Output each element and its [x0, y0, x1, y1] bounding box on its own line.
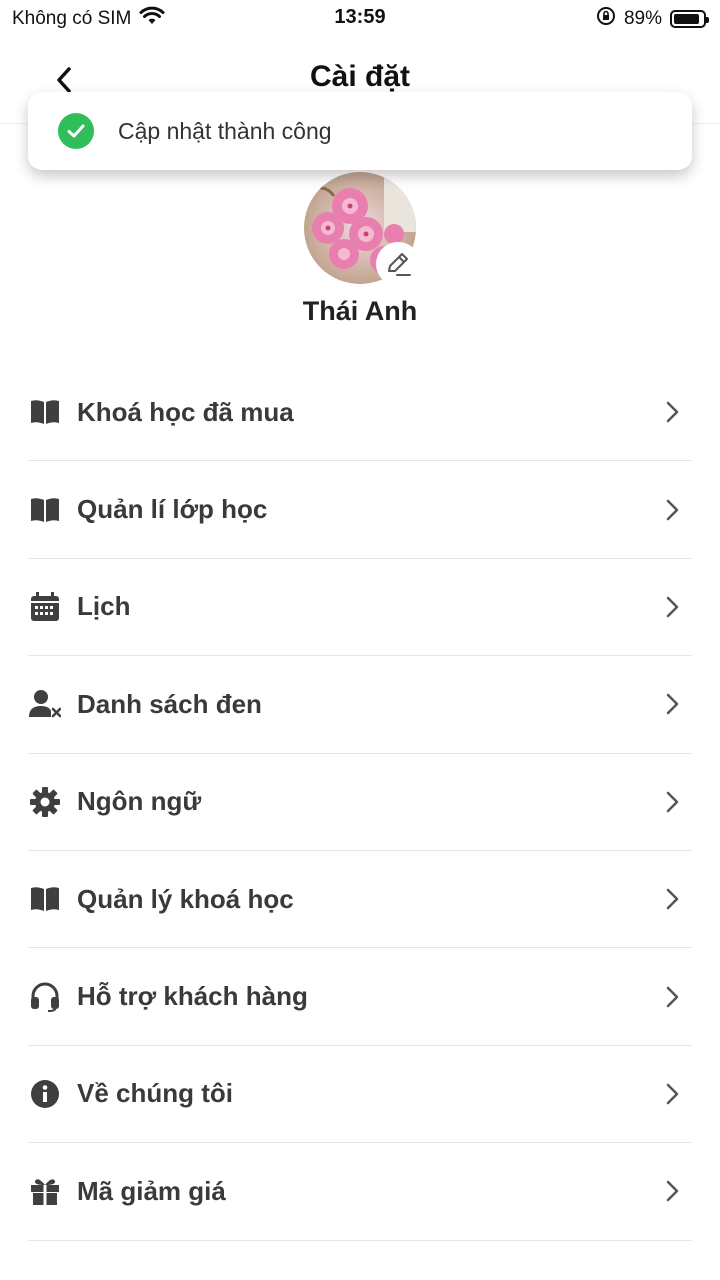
menu-item-about-us[interactable]: Về chúng tôi	[28, 1046, 692, 1144]
chevron-right-icon	[666, 694, 679, 715]
menu-item-label: Quản lý khoá học	[77, 883, 294, 914]
success-toast: Cập nhật thành công	[28, 92, 692, 170]
menu-item-label: Ngôn ngữ	[77, 786, 202, 817]
chevron-right-icon	[666, 499, 679, 520]
menu-item-class-management[interactable]: Quản lí lớp học	[28, 461, 692, 559]
status-bar: Không có SIM 13:59 89%	[0, 0, 720, 36]
settings-menu: Khoá học đã mua Quản lí lớp học Lịch Dan…	[28, 364, 692, 1241]
calendar-icon	[28, 590, 62, 624]
edit-avatar-button[interactable]	[376, 242, 420, 286]
profile-name: Thái Anh	[302, 296, 418, 326]
chevron-right-icon	[666, 1083, 679, 1105]
status-right: 89%	[596, 6, 709, 32]
menu-item-label: Về chúng tôi	[77, 1078, 233, 1109]
chevron-right-icon	[666, 1181, 679, 1202]
menu-item-blacklist[interactable]: Danh sách đen	[28, 656, 692, 754]
orientation-lock-icon	[596, 6, 616, 32]
menu-item-purchased-courses[interactable]: Khoá học đã mua	[28, 364, 692, 462]
menu-item-language[interactable]: Ngôn ngữ	[28, 754, 692, 851]
toast-message: Cập nhật thành công	[118, 117, 332, 144]
menu-item-label: Hỗ trợ khách hàng	[77, 981, 308, 1012]
chevron-right-icon	[666, 596, 679, 618]
page-title: Cài đặt	[309, 60, 411, 93]
chevron-right-icon	[666, 888, 679, 910]
check-circle-icon	[58, 113, 94, 149]
menu-item-course-management[interactable]: Quản lý khoá học	[28, 851, 692, 949]
book-icon	[28, 395, 62, 429]
gear-icon	[28, 785, 62, 819]
chevron-right-icon	[666, 791, 679, 812]
menu-item-label: Quản lí lớp học	[77, 494, 268, 525]
battery-percent: 89%	[623, 8, 662, 29]
book-icon	[28, 493, 62, 527]
chevron-right-icon	[666, 986, 679, 1007]
menu-item-customer-support[interactable]: Hỗ trợ khách hàng	[28, 948, 692, 1046]
chevron-right-icon	[666, 401, 679, 423]
menu-item-label: Lịch	[77, 591, 131, 622]
menu-item-label: Mã giảm giá	[77, 1175, 226, 1206]
headset-icon	[28, 980, 62, 1014]
menu-item-label: Khoá học đã mua	[77, 396, 294, 427]
book-icon	[28, 882, 62, 916]
info-icon	[28, 1077, 62, 1111]
menu-item-label: Danh sách đen	[77, 688, 262, 719]
battery-level	[674, 14, 699, 24]
menu-item-discount-code[interactable]: Mã giảm giá	[28, 1143, 692, 1241]
profile-avatar-container	[304, 172, 420, 286]
pencil-icon	[388, 253, 411, 276]
menu-item-calendar[interactable]: Lịch	[28, 559, 692, 657]
battery-icon	[670, 10, 709, 28]
user-block-icon	[28, 687, 62, 721]
gift-icon	[28, 1174, 62, 1208]
